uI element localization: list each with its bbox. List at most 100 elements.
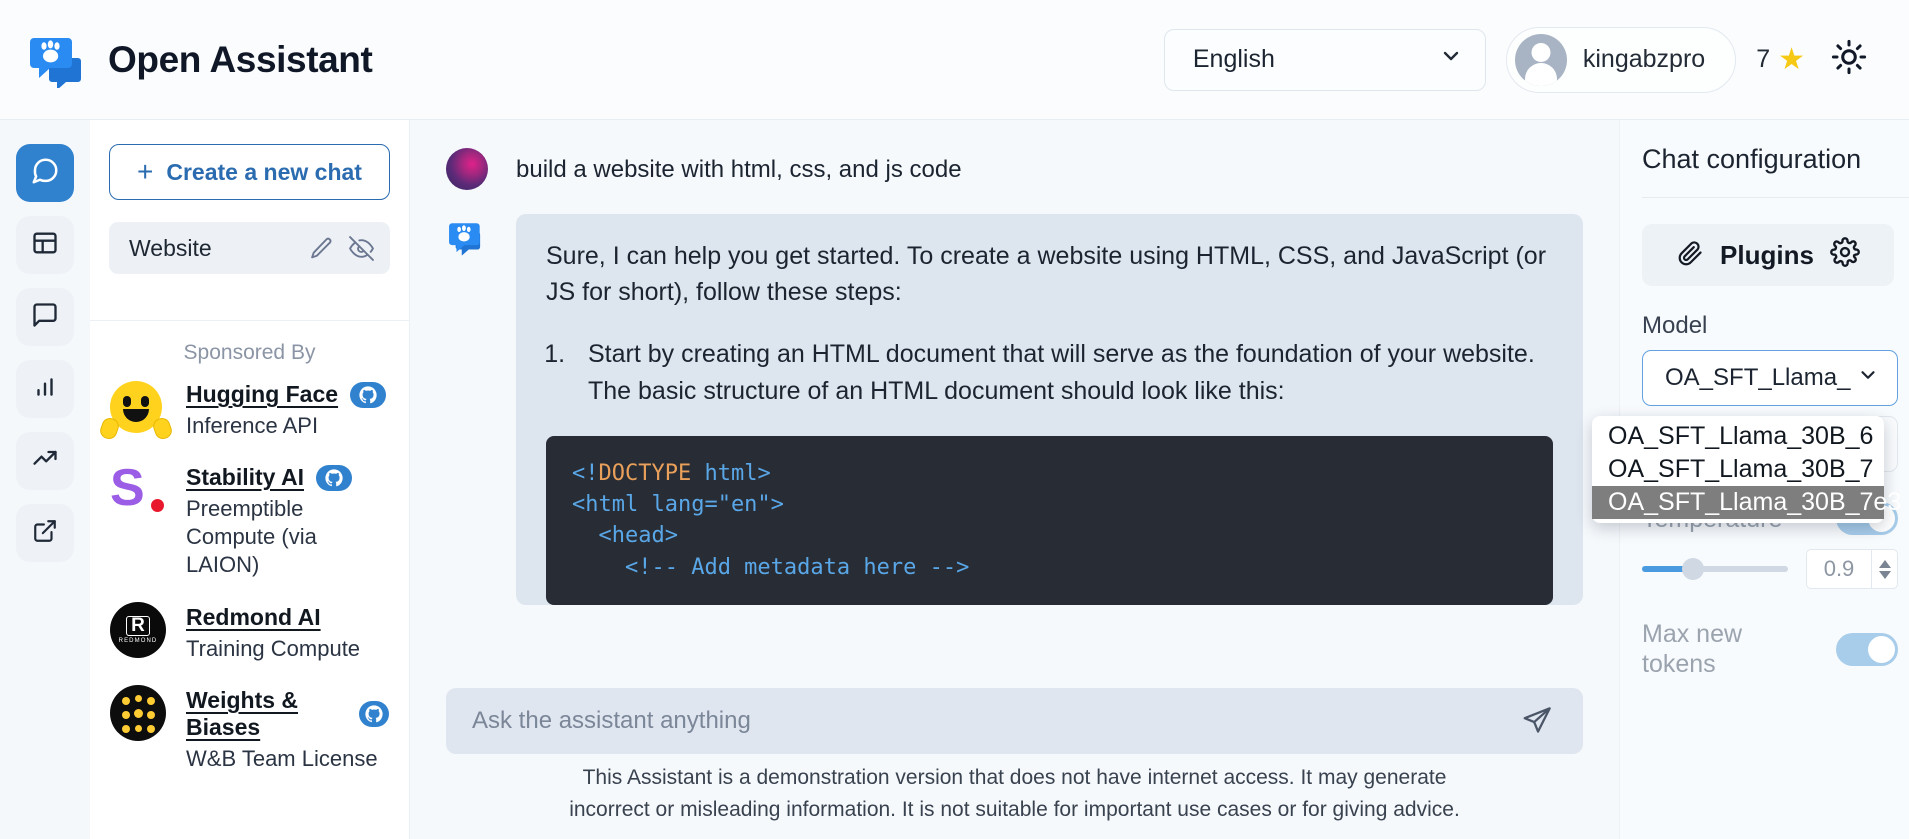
github-icon[interactable] <box>316 464 352 491</box>
plus-icon: + <box>137 156 154 187</box>
model-value: OA_SFT_Llama_ <box>1665 364 1851 391</box>
sponsor-item-hugging-face[interactable]: Hugging Face Inference API <box>97 379 389 442</box>
rail-item-dashboard[interactable] <box>16 216 74 274</box>
app-header: Open Assistant English kingabzpro 7 ★ <box>0 0 1909 120</box>
code-line-1-name: DOCTYPE <box>598 461 692 486</box>
model-label: Model <box>1642 312 1708 339</box>
create-new-chat-label: Create a new chat <box>166 158 362 185</box>
code-block: <!DOCTYPE html> <html lang="en"> <head> … <box>546 436 1553 605</box>
code-line-4: <!-- Add metadata here --> <box>572 554 970 580</box>
chevron-down-icon <box>1857 364 1879 393</box>
rail-item-stats[interactable] <box>16 360 74 418</box>
config-title: Chat configuration <box>1642 144 1862 174</box>
sponsor-item-stability-ai[interactable]: S Stability AI Preemptible Compute (via … <box>110 462 389 579</box>
header-actions: English kingabzpro 7 ★ <box>1163 26 1873 93</box>
theme-toggle-button[interactable] <box>1825 36 1873 84</box>
language-value: English <box>1192 45 1275 73</box>
quantity-stepper[interactable] <box>1871 550 1897 588</box>
chat-item-title: Website <box>129 234 212 261</box>
sponsor-body: Redmond AI Training Compute <box>186 602 360 663</box>
sponsor-item-weights-and-biases[interactable]: Weights & Biases W&B Team License <box>110 684 389 773</box>
paw-chat-logo <box>26 32 84 90</box>
icon-rail <box>0 120 90 839</box>
assistant-steps-list: Start by creating an HTML document that … <box>572 336 1553 410</box>
rail-item-trending[interactable] <box>16 432 74 490</box>
user-menu[interactable]: kingabzpro <box>1505 26 1737 93</box>
code-line-1-open: <! <box>572 461 599 486</box>
page-title: Open Assistant <box>108 38 373 80</box>
composer[interactable] <box>446 688 1583 754</box>
max-new-tokens-label: Max new tokens <box>1642 620 1743 678</box>
eye-off-icon[interactable] <box>346 233 376 263</box>
layout-dashboard-icon <box>31 229 59 262</box>
body: + Create a new chat Website Sponsored By <box>0 120 1909 839</box>
model-option-selected[interactable]: OA_SFT_Llama_30B_7e3 <box>1592 486 1901 519</box>
avatar <box>1514 33 1567 86</box>
sponsor-name[interactable]: Stability AI <box>186 464 304 491</box>
model-option[interactable]: OA_SFT_Llama_30B_6 <box>1592 420 1884 453</box>
language-select[interactable]: English <box>1163 28 1486 91</box>
sponsor-body: Weights & Biases W&B Team License <box>186 685 389 773</box>
brand[interactable]: Open Assistant <box>26 32 373 90</box>
sponsor-name-row: Weights & Biases <box>186 687 389 741</box>
sponsor-list: Hugging Face Inference API S Stability A… <box>90 379 409 773</box>
assistant-intro-text: Sure, I can help you get started. To cre… <box>546 242 1547 306</box>
user-message-text: build a website with html, css, and js c… <box>516 156 962 183</box>
rail-item-external[interactable] <box>16 504 74 562</box>
rail-item-messages[interactable] <box>16 288 74 346</box>
code-line-2: <html lang="en"> <box>572 492 784 518</box>
bar-chart-icon <box>32 374 58 405</box>
chat-area: build a website with html, css, and js c… <box>410 120 1619 839</box>
max-new-tokens-row: Max new tokens <box>1642 619 1898 679</box>
gear-icon[interactable] <box>1830 236 1860 274</box>
sponsor-name[interactable]: Redmond AI <box>186 604 321 631</box>
app-root: Open Assistant English kingabzpro 7 ★ + … <box>0 0 1909 839</box>
model-option[interactable]: OA_SFT_Llama_30B_7 <box>1592 453 1884 486</box>
send-icon[interactable] <box>1517 701 1557 741</box>
external-link-icon <box>32 518 58 549</box>
rail-item-chat[interactable] <box>16 144 74 202</box>
create-new-chat-button[interactable]: + Create a new chat <box>109 144 390 200</box>
sponsor-body: Stability AI Preemptible Compute (via LA… <box>186 462 389 579</box>
star-icon: ★ <box>1778 42 1805 76</box>
github-icon[interactable] <box>358 700 389 727</box>
assistant-step-item: Start by creating an HTML document that … <box>572 336 1553 410</box>
slider-knob[interactable] <box>1682 558 1705 580</box>
composer-area: This Assistant is a demonstration versio… <box>410 678 1619 839</box>
sidebar: + Create a new chat Website Sponsored By <box>90 120 410 839</box>
sponsor-subtitle: Preemptible Compute (via LAION) <box>186 496 317 578</box>
sponsor-item-redmond-ai[interactable]: R REDMOND Redmond AI Training Compute <box>110 601 389 663</box>
assistant-bubble: Sure, I can help you get started. To cre… <box>516 214 1583 605</box>
temperature-slider[interactable] <box>1642 558 1788 580</box>
stepper-up-icon[interactable] <box>1878 559 1891 568</box>
assistant-message: Sure, I can help you get started. To cre… <box>446 214 1583 605</box>
redmond-ai-logo: R REDMOND <box>110 601 168 660</box>
stepper-down-icon[interactable] <box>1878 570 1891 579</box>
max-new-tokens-toggle[interactable] <box>1836 632 1898 666</box>
temperature-number-input[interactable]: 0.9 <box>1806 549 1898 589</box>
sponsor-name[interactable]: Weights & Biases <box>186 687 347 741</box>
plugins-button[interactable]: Plugins <box>1642 224 1894 286</box>
message-square-icon <box>31 301 59 334</box>
user-message: build a website with html, css, and js c… <box>446 144 1583 190</box>
message-list: build a website with html, css, and js c… <box>410 120 1619 678</box>
user-name: kingabzpro <box>1582 45 1706 73</box>
config-divider <box>1642 197 1909 198</box>
chat-list-item[interactable]: Website <box>109 222 390 274</box>
chevron-down-icon <box>1439 44 1463 75</box>
chat-input[interactable] <box>472 707 1517 735</box>
model-dropdown-menu[interactable]: OA_SFT_Llama_30B_6 OA_SFT_Llama_30B_7 OA… <box>1592 416 1901 523</box>
model-select[interactable]: OA_SFT_Llama_ <box>1642 350 1898 406</box>
sponsor-subtitle: Training Compute <box>186 635 361 661</box>
pencil-icon[interactable] <box>306 233 336 263</box>
user-avatar <box>446 148 488 190</box>
sponsor-name[interactable]: Hugging Face <box>186 381 338 408</box>
code-line-1-rest: html> <box>691 461 771 486</box>
temperature-control-row: 0.9 <box>1642 549 1898 589</box>
sponsor-subtitle: Inference API <box>186 413 319 438</box>
chat-configuration-panel: Chat configuration Plugins Model OA_SFT_… <box>1592 120 1909 839</box>
trending-up-icon <box>31 445 59 478</box>
score-value: 7 <box>1756 45 1771 73</box>
github-icon[interactable] <box>350 381 387 408</box>
disclaimer-text: This Assistant is a demonstration versio… <box>569 766 1460 821</box>
